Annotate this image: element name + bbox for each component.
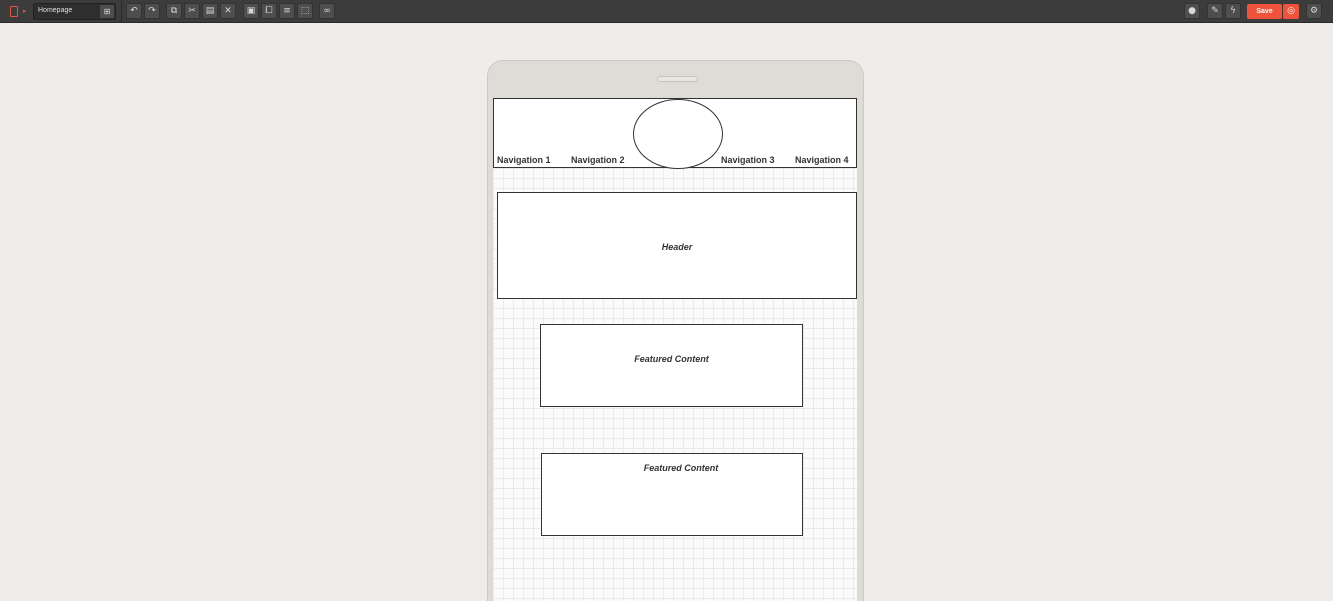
save-button[interactable]: Save [1247, 4, 1282, 19]
nav-item-1[interactable]: Navigation 1 [497, 155, 551, 165]
logo-placeholder[interactable] [633, 99, 723, 169]
page-name: Homepage [38, 7, 73, 14]
copy-icon[interactable]: ⧉ [166, 3, 182, 19]
featured-content-label-2: Featured Content [643, 463, 719, 473]
nav-item-3[interactable]: Navigation 3 [721, 155, 775, 165]
lightning-icon[interactable]: ϟ [1225, 3, 1241, 19]
comment-icon[interactable]: ● [1184, 3, 1200, 19]
featured-content-block-2[interactable]: Featured Content [541, 453, 803, 536]
tablet-icon[interactable] [10, 6, 18, 17]
scissors-icon[interactable]: ✂ [184, 3, 200, 19]
lock-icon[interactable]: ▣ [243, 3, 259, 19]
top-toolbar: ▸ Homepage ⊞ ↶ ↷ ⧉ ✂ ▤ ✕ ▣ ⧠ ≡ ⬚ ∞ ● ✎ ϟ… [0, 0, 1333, 23]
featured-content-block-1[interactable]: Featured Content [540, 324, 803, 407]
tablet-frame: Navigation 1 Navigation 2 Navigation 3 N… [487, 60, 864, 601]
align-icon[interactable]: ≡ [279, 3, 295, 19]
select-area-icon[interactable]: ⬚ [297, 3, 313, 19]
nav-item-2[interactable]: Navigation 2 [571, 155, 625, 165]
nav-item-4[interactable]: Navigation 4 [795, 155, 849, 165]
navigation-bar[interactable]: Navigation 1 Navigation 2 Navigation 3 N… [493, 98, 857, 169]
undo-icon[interactable]: ↶ [126, 3, 142, 19]
toolbar-divider [121, 0, 122, 23]
page-selector[interactable]: Homepage ⊞ [33, 3, 116, 20]
design-canvas[interactable]: Navigation 1 Navigation 2 Navigation 3 N… [493, 98, 857, 601]
paste-icon[interactable]: ▤ [202, 3, 218, 19]
save-label: Save [1256, 8, 1273, 15]
link-icon[interactable]: ∞ [319, 3, 335, 19]
sitemap-icon[interactable]: ⊞ [100, 5, 114, 18]
preview-icon[interactable]: ◎ [1283, 4, 1299, 19]
redo-icon[interactable]: ↷ [144, 3, 160, 19]
device-speaker [657, 76, 698, 82]
delete-icon[interactable]: ✕ [220, 3, 236, 19]
edit-icon[interactable]: ✎ [1207, 3, 1223, 19]
header-label: Header [661, 242, 693, 252]
featured-content-label-1: Featured Content [634, 354, 709, 364]
group-icon[interactable]: ⧠ [261, 3, 277, 19]
header-block[interactable]: Header [497, 192, 857, 299]
caret-down-icon[interactable]: ▸ [23, 7, 27, 15]
settings-icon[interactable]: ⚙ [1306, 3, 1322, 19]
